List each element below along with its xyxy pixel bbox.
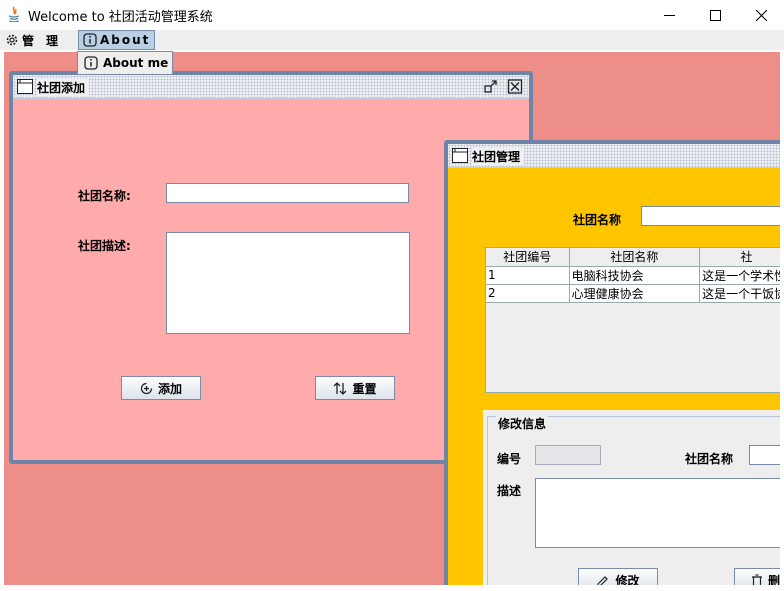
menu-item-about-me-label: About me: [103, 56, 169, 70]
table-header-row: 社团编号 社团名称 社: [486, 248, 784, 267]
search-club-name-label: 社团名称: [573, 213, 622, 227]
modify-name-input[interactable]: [749, 445, 784, 465]
modify-id-input: [535, 445, 601, 465]
modify-desc-label: 描述: [497, 484, 522, 498]
club-table: 社团编号 社团名称 社 1 电脑科技协会 这是一个学术性 2 心理健康协会 这是…: [485, 247, 784, 393]
modify-name-label: 社团名称: [685, 452, 734, 466]
window-icon: [17, 79, 33, 94]
menu-about-label: About: [100, 33, 151, 47]
maximize-button[interactable]: [692, 0, 738, 30]
info-icon: [83, 33, 97, 47]
modify-panel: 修改信息 编号 社团名称 描述 修改 删: [483, 410, 784, 591]
club-add-frame-title: 社团添加: [37, 79, 90, 96]
gear-icon: [5, 33, 19, 47]
menu-manage[interactable]: 管 理: [5, 30, 58, 50]
club-name-input[interactable]: [166, 183, 409, 203]
modify-desc-textarea[interactable]: [535, 478, 784, 548]
modify-id-label: 编号: [497, 452, 522, 466]
info-icon: [84, 56, 98, 70]
close-icon: [755, 9, 767, 21]
add-button[interactable]: 添加: [121, 376, 201, 400]
table-cell[interactable]: 2: [486, 284, 570, 303]
about-dropdown: About me: [77, 51, 173, 75]
reset-button[interactable]: 重置: [315, 376, 395, 400]
column-header-id[interactable]: 社团编号: [486, 248, 570, 267]
window-right-edge: [780, 50, 784, 591]
window-left-edge: [0, 50, 4, 591]
modify-legend: 修改信息: [496, 415, 549, 432]
add-button-label: 添加: [157, 381, 182, 396]
club-desc-textarea[interactable]: [166, 232, 410, 334]
menu-about[interactable]: About: [78, 30, 156, 50]
table-cell[interactable]: 这是一个干饭协: [699, 284, 784, 303]
minimize-icon: [663, 14, 675, 16]
club-table-grid: 社团编号 社团名称 社 1 电脑科技协会 这是一个学术性 2 心理健康协会 这是…: [486, 248, 784, 303]
window-bottom-edge: [0, 585, 784, 591]
club-manage-frame-titlebar[interactable]: 社团管理: [448, 144, 784, 168]
club-name-label: 社团名称:: [78, 189, 131, 203]
maximize-icon: [709, 9, 721, 21]
club-manage-frame-title: 社团管理: [472, 148, 525, 165]
reset-button-label: 重置: [352, 381, 377, 396]
menu-item-about-me[interactable]: About me: [84, 56, 168, 70]
minimize-button[interactable]: [646, 0, 692, 30]
window-titlebar: Welcome to 社团活动管理系统: [0, 0, 784, 30]
table-row[interactable]: 1 电脑科技协会 这是一个学术性: [486, 266, 784, 285]
close-button[interactable]: [738, 0, 784, 30]
close-icon[interactable]: [507, 79, 523, 94]
club-desc-label: 社团描述:: [78, 239, 131, 253]
column-header-desc[interactable]: 社: [699, 248, 784, 267]
table-cell[interactable]: 这是一个学术性: [699, 266, 784, 285]
table-cell[interactable]: 心理健康协会: [569, 284, 701, 303]
club-add-frame-titlebar[interactable]: 社团添加: [13, 75, 529, 99]
java-app-icon: [8, 6, 20, 22]
swap-vertical-icon: [333, 381, 347, 395]
column-header-name[interactable]: 社团名称: [569, 248, 701, 267]
menu-manage-label: 管 理: [22, 33, 59, 48]
table-cell[interactable]: 1: [486, 266, 570, 285]
table-cell[interactable]: 电脑科技协会: [569, 266, 701, 285]
window-icon: [452, 148, 468, 163]
restore-icon[interactable]: [483, 79, 499, 94]
table-row[interactable]: 2 心理健康协会 这是一个干饭协: [486, 284, 784, 303]
window-title: Welcome to 社团活动管理系统: [28, 10, 213, 25]
menu-bar: 管 理 About: [0, 30, 784, 50]
add-icon: [140, 382, 153, 395]
search-club-name-input[interactable]: [641, 206, 784, 226]
club-manage-frame: 社团管理 社团名称 社团编号 社团名称 社 1 电脑科技协会 这是一个学术性 2: [444, 140, 784, 591]
